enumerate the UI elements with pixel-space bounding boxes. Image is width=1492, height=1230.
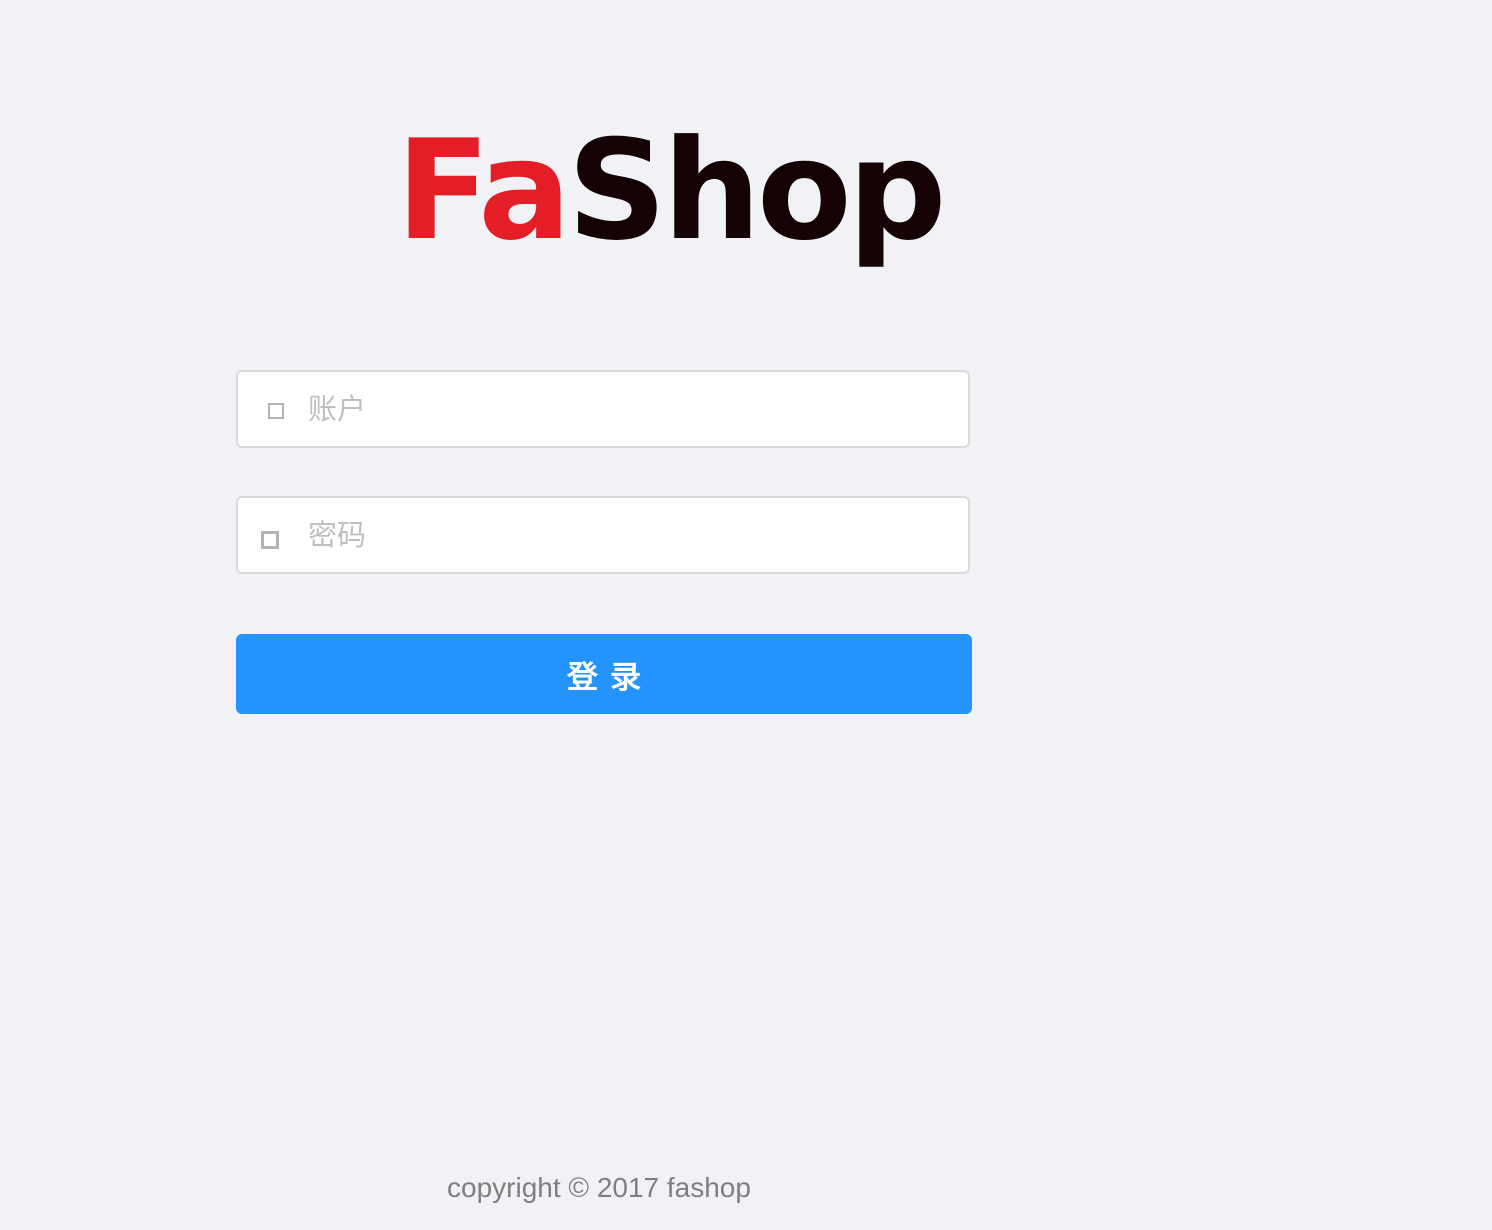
login-page: FaShop 登录 copyright © 2017 fashop xyxy=(0,0,1492,1230)
lock-icon xyxy=(261,531,279,549)
account-input[interactable] xyxy=(308,372,958,446)
password-input[interactable] xyxy=(308,498,958,572)
login-button[interactable]: 登录 xyxy=(236,634,972,714)
copyright-footer: copyright © 2017 fashop xyxy=(447,1172,751,1203)
user-icon xyxy=(268,403,284,419)
logo-shop-text: Shop xyxy=(567,110,946,271)
fashop-logo: FaShop xyxy=(396,118,947,264)
password-field[interactable] xyxy=(236,496,970,574)
logo-fa-text: Fa xyxy=(396,110,571,271)
account-field[interactable] xyxy=(236,370,970,448)
